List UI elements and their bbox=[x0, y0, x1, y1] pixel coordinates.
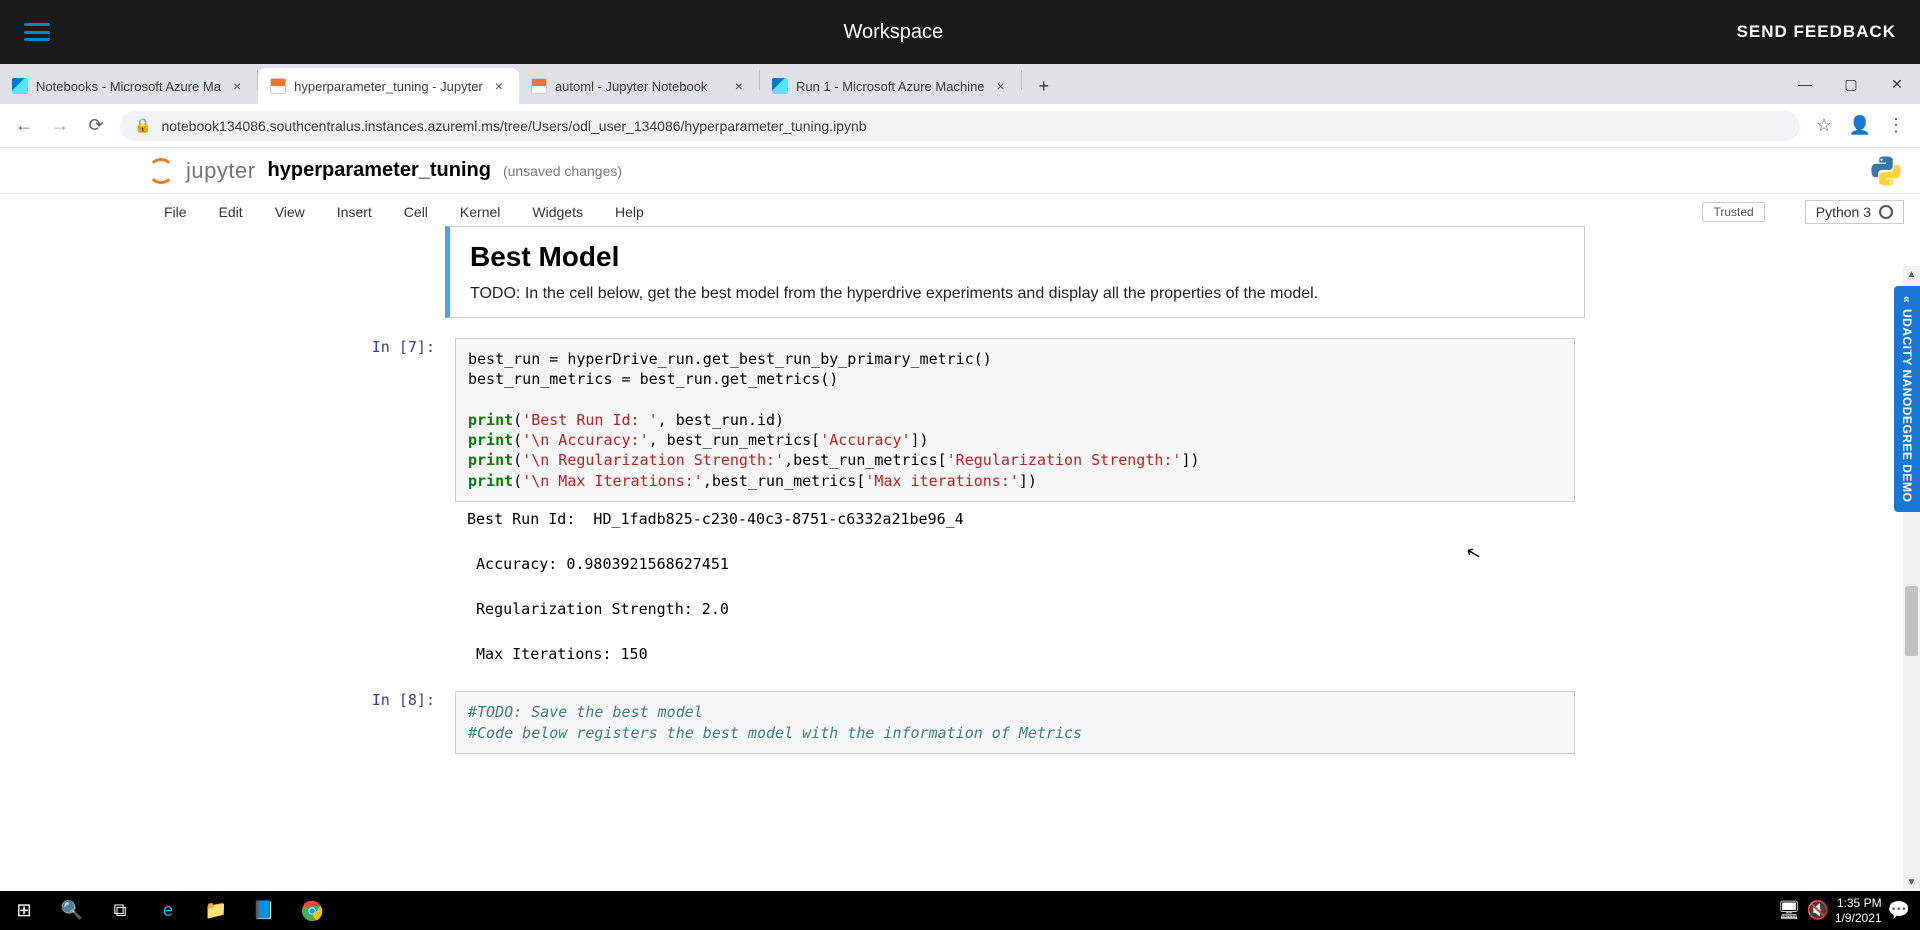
profile-icon[interactable]: 👤 bbox=[1848, 115, 1872, 136]
code-cell[interactable]: In [8]: #TODO: Save the best model #Code… bbox=[335, 681, 1585, 764]
close-icon[interactable]: × bbox=[491, 78, 507, 94]
scroll-up-icon[interactable]: ▲ bbox=[1903, 266, 1920, 283]
browser-tab[interactable]: Notebooks - Microsoft Azure Ma × bbox=[0, 68, 257, 104]
url-text: notebook134086.southcentralus.instances.… bbox=[161, 118, 866, 134]
side-drawer-tab[interactable]: « UDACITY NANODEGREE DEMO bbox=[1894, 286, 1920, 512]
close-icon[interactable]: × bbox=[229, 78, 245, 94]
lock-icon: 🔒 bbox=[134, 117, 151, 134]
explorer-icon[interactable]: 📁 bbox=[192, 891, 240, 930]
azure-icon bbox=[772, 78, 788, 94]
send-feedback-button[interactable]: SEND FEEDBACK bbox=[1737, 22, 1896, 42]
menu-cell[interactable]: Cell bbox=[388, 194, 444, 229]
address-bar: ← → ⟳ 🔒 notebook134086.southcentralus.in… bbox=[0, 104, 1920, 148]
search-icon[interactable]: 🔍 bbox=[48, 891, 96, 930]
menu-icon[interactable] bbox=[24, 19, 50, 45]
save-status: (unsaved changes) bbox=[503, 163, 622, 179]
window-controls: — ▢ ✕ bbox=[1782, 64, 1920, 104]
menu-widgets[interactable]: Widgets bbox=[516, 194, 599, 229]
minimize-button[interactable]: — bbox=[1782, 64, 1828, 104]
menu-edit[interactable]: Edit bbox=[203, 194, 259, 229]
jupyter-icon bbox=[270, 78, 286, 94]
jupyter-brand: jupyter bbox=[186, 158, 256, 184]
tray-display-icon[interactable]: 🖥 bbox=[1778, 891, 1801, 930]
code-input[interactable]: #TODO: Save the best model #Code below r… bbox=[455, 691, 1575, 754]
md-body: TODO: In the cell below, get the best mo… bbox=[470, 285, 1564, 303]
menu-insert[interactable]: Insert bbox=[321, 194, 388, 229]
browser-tab-strip: Notebooks - Microsoft Azure Ma × hyperpa… bbox=[0, 64, 1920, 104]
menu-bar: File Edit View Insert Cell Kernel Widget… bbox=[0, 194, 1920, 230]
tray-volume-icon[interactable]: 🔇 bbox=[1806, 891, 1828, 930]
windows-taskbar: ⊞ 🔍 ⧉ e 📁 📘 🖥 🔇 1:35 PM 1/9/2021 💬 bbox=[0, 891, 1920, 930]
browser-tab[interactable]: automl - Jupyter Notebook × bbox=[519, 68, 759, 104]
md-heading: Best Model bbox=[470, 241, 1564, 273]
jupyter-header: jupyter hyperparameter_tuning (unsaved c… bbox=[0, 148, 1920, 194]
forward-button[interactable]: → bbox=[48, 115, 72, 136]
menu-view[interactable]: View bbox=[259, 194, 321, 229]
input-prompt: In [7]: bbox=[335, 332, 445, 677]
kernel-indicator[interactable]: Python 3 bbox=[1805, 200, 1904, 224]
task-view-icon[interactable]: ⧉ bbox=[96, 891, 144, 930]
scroll-down-icon[interactable]: ▼ bbox=[1903, 874, 1920, 891]
close-icon[interactable]: × bbox=[731, 78, 747, 94]
menu-help[interactable]: Help bbox=[599, 194, 660, 229]
start-button[interactable]: ⊞ bbox=[0, 891, 48, 930]
trusted-badge[interactable]: Trusted bbox=[1702, 202, 1764, 222]
tab-label: Notebooks - Microsoft Azure Ma bbox=[36, 79, 221, 94]
url-input[interactable]: 🔒 notebook134086.southcentralus.instance… bbox=[120, 111, 1800, 141]
code-cell[interactable]: In [7]: best_run = hyperDrive_run.get_be… bbox=[335, 328, 1585, 681]
jupyter-icon bbox=[531, 78, 547, 94]
maximize-button[interactable]: ▢ bbox=[1828, 64, 1874, 104]
azure-icon bbox=[12, 78, 28, 94]
more-icon[interactable]: ⋮ bbox=[1884, 115, 1908, 136]
chevron-left-icon: « bbox=[1900, 296, 1914, 303]
tab-label: automl - Jupyter Notebook bbox=[555, 79, 723, 94]
star-icon[interactable]: ☆ bbox=[1812, 115, 1836, 136]
new-tab-button[interactable]: + bbox=[1030, 72, 1058, 100]
back-button[interactable]: ← bbox=[12, 115, 36, 136]
close-icon[interactable]: × bbox=[993, 78, 1009, 94]
notebook-body[interactable]: Best Model TODO: In the cell below, get … bbox=[0, 226, 1920, 891]
app-top-bar: Workspace SEND FEEDBACK bbox=[0, 0, 1920, 64]
tab-label: Run 1 - Microsoft Azure Machine bbox=[796, 79, 985, 94]
workspace-title: Workspace bbox=[843, 21, 943, 44]
browser-tab-active[interactable]: hyperparameter_tuning - Jupyter × bbox=[258, 68, 519, 104]
tab-label: hyperparameter_tuning - Jupyter bbox=[294, 79, 483, 94]
close-window-button[interactable]: ✕ bbox=[1874, 64, 1920, 104]
notifications-icon[interactable]: 💬 bbox=[1888, 891, 1910, 930]
kernel-name: Python 3 bbox=[1816, 204, 1871, 220]
taskbar-clock[interactable]: 1:35 PM 1/9/2021 bbox=[1835, 896, 1882, 925]
code-output: Best Run Id: HD_1fadb825-c230-40c3-8751-… bbox=[455, 502, 1575, 672]
scroll-thumb[interactable] bbox=[1905, 586, 1918, 656]
menu-kernel[interactable]: Kernel bbox=[444, 194, 516, 229]
code-input[interactable]: best_run = hyperDrive_run.get_best_run_b… bbox=[455, 338, 1575, 502]
notepad-icon[interactable]: 📘 bbox=[240, 891, 288, 930]
browser-tab[interactable]: Run 1 - Microsoft Azure Machine × bbox=[760, 68, 1021, 104]
menu-file[interactable]: File bbox=[148, 194, 203, 229]
reload-button[interactable]: ⟳ bbox=[84, 115, 108, 136]
notebook-name[interactable]: hyperparameter_tuning bbox=[268, 159, 491, 182]
python-icon bbox=[1868, 153, 1904, 189]
markdown-cell[interactable]: Best Model TODO: In the cell below, get … bbox=[445, 226, 1585, 318]
kernel-status-icon bbox=[1879, 205, 1893, 219]
chrome-icon[interactable] bbox=[288, 891, 336, 930]
jupyter-logo-icon bbox=[148, 158, 174, 184]
ie-icon[interactable]: e bbox=[144, 891, 192, 930]
input-prompt: In [8]: bbox=[335, 685, 445, 760]
